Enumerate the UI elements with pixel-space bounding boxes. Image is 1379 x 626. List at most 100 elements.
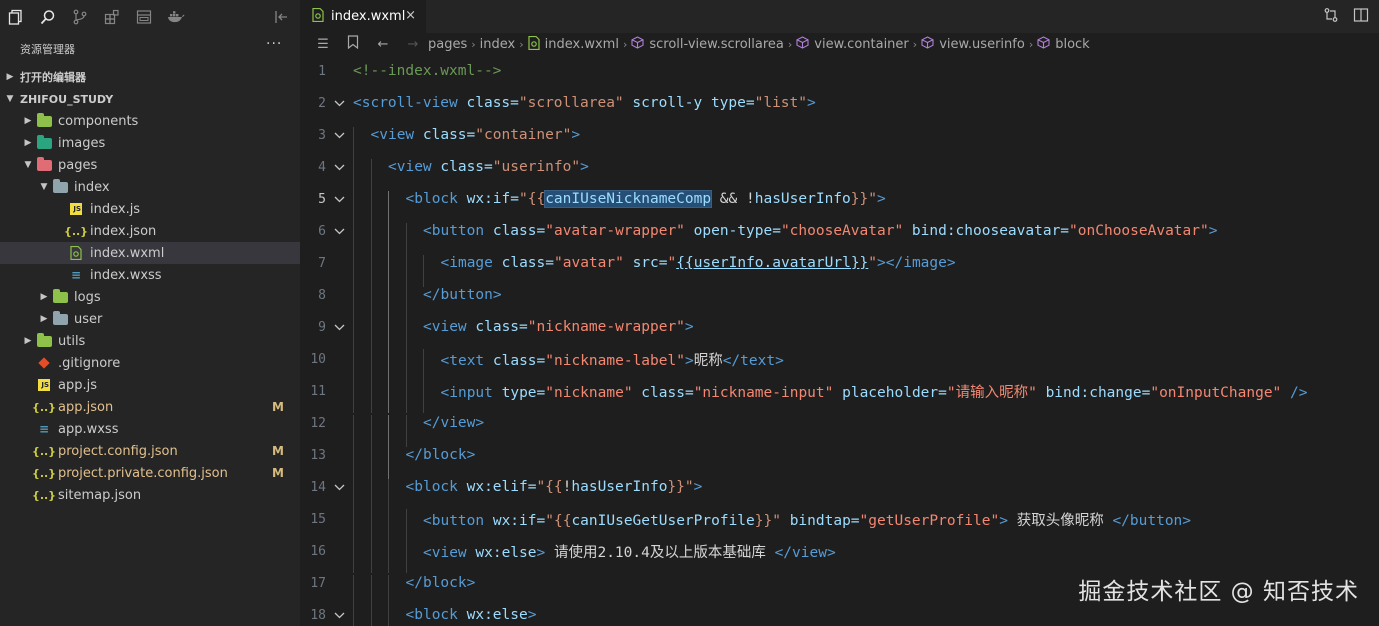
- tree-item-index[interactable]: ▼ index: [0, 176, 300, 198]
- line-number: 3: [318, 127, 326, 143]
- line-number: 1: [318, 63, 326, 79]
- tree-item-label: index.wxss: [90, 267, 162, 283]
- open-editors-section[interactable]: ▶ 打开的编辑器: [0, 66, 300, 88]
- tree-item-user[interactable]: ▶ user: [0, 308, 300, 330]
- code-line[interactable]: 15 <button wx:if="{{canIUseGetUserProfile…: [300, 503, 1379, 541]
- tree-item-components[interactable]: ▶ components: [0, 110, 300, 132]
- code-token: >: [807, 95, 816, 111]
- code-line[interactable]: 6 <button class="avatar-wrapper" open-typ…: [300, 215, 1379, 255]
- code-token: >: [1208, 223, 1218, 239]
- explorer-sidebar: 资源管理器 ··· ▶ 打开的编辑器 ▼ ZHIFOU_STUDY ▶ compo…: [0, 0, 300, 626]
- fold-chevron-icon[interactable]: [326, 321, 353, 334]
- breadcrumb-separator: ›: [1028, 37, 1034, 51]
- tree-item-index-wxss[interactable]: ≡ index.wxss: [0, 264, 300, 286]
- code-token: />: [1281, 384, 1308, 401]
- breadcrumb-items: pages › index › index.wxml › scroll-view.scrol…: [428, 35, 1090, 53]
- collapse-sidebar-icon[interactable]: [266, 0, 298, 33]
- project-section[interactable]: ▼ ZHIFOU_STUDY: [0, 88, 300, 110]
- tab-index-wxml[interactable]: index.wxml ×: [300, 0, 426, 33]
- tree-item-utils[interactable]: ▶ utils: [0, 330, 300, 352]
- code-line[interactable]: 4 <view class="userinfo">: [300, 151, 1379, 191]
- code-token: bind:chooseavatar=: [903, 223, 1070, 239]
- breadcrumb-item[interactable]: view.container: [796, 36, 909, 52]
- tree-item-label: project.config.json: [58, 443, 178, 459]
- chevron-right-icon: ▶: [40, 292, 48, 302]
- forward-arrow-icon[interactable]: →: [398, 37, 428, 52]
- fold-chevron-icon[interactable]: [326, 129, 353, 142]
- docker-icon[interactable]: [160, 0, 192, 33]
- files-icon[interactable]: [0, 0, 32, 33]
- line-number: 10: [310, 351, 326, 367]
- remote-icon[interactable]: [128, 0, 160, 33]
- tree-item-sitemap-json[interactable]: {..} sitemap.json: [0, 484, 300, 506]
- tree-item-app-json[interactable]: {..} app.json M: [0, 396, 300, 418]
- source-control-icon[interactable]: [64, 0, 96, 33]
- fold-chevron-icon[interactable]: [326, 193, 353, 206]
- code-line[interactable]: 14 <block wx:elif="{{!hasUserInfo}}">: [300, 471, 1379, 511]
- fold-chevron-icon[interactable]: [326, 161, 353, 174]
- code-token: type=: [501, 384, 546, 401]
- more-actions-icon[interactable]: ···: [266, 36, 282, 52]
- split-editor-icon[interactable]: [1353, 7, 1369, 27]
- code-line[interactable]: 10 <text class="nickname-label">昵称</text>: [300, 343, 1379, 381]
- code-token: <image: [440, 255, 502, 271]
- folder-icon: [36, 112, 52, 128]
- chevron-right-icon: ▶: [24, 138, 32, 148]
- code-text: <button wx:if="{{canIUseGetUserProfile}}…: [353, 508, 1191, 541]
- search-icon[interactable]: [32, 0, 64, 33]
- extensions-icon[interactable]: [96, 0, 128, 33]
- code-token: src=: [623, 255, 668, 271]
- code-token: <view: [388, 159, 441, 175]
- code-line[interactable]: 3 <view class="container">: [300, 119, 1379, 159]
- tree-item-label: project.private.config.json: [58, 465, 228, 481]
- tree-item-index-wxml[interactable]: index.wxml: [0, 242, 300, 264]
- code-line[interactable]: 9 <view class="nickname-wrapper">: [300, 311, 1379, 351]
- js-file-icon: JS: [68, 202, 84, 216]
- tree-item-project-config-json[interactable]: {..} project.config.json M: [0, 440, 300, 462]
- tree-item-project-private-config-json[interactable]: {..} project.private.config.json M: [0, 462, 300, 484]
- breadcrumb-item[interactable]: view.userinfo: [921, 36, 1025, 52]
- code-line[interactable]: 1 <!--index.wxml-->: [300, 55, 1379, 87]
- code-line[interactable]: 7 <image class="avatar" src="{{userInfo.a…: [300, 247, 1379, 287]
- code-line[interactable]: 16 <view wx:else> 请使用2.10.4及以上版本基础库 </vie…: [300, 535, 1379, 573]
- list-icon[interactable]: ☰: [308, 37, 338, 52]
- code-token: >: [684, 319, 694, 335]
- tree-item-label: components: [58, 113, 139, 129]
- open-editors-label: 打开的编辑器: [20, 71, 86, 84]
- fold-chevron-icon[interactable]: [326, 481, 353, 494]
- code-line[interactable]: 11 <input type="nickname" class="nickname…: [300, 375, 1379, 413]
- code-token: class=: [501, 255, 554, 271]
- tree-item-app-js[interactable]: JS app.js: [0, 374, 300, 396]
- close-icon[interactable]: ×: [405, 8, 416, 23]
- tree-item-label: .gitignore: [58, 355, 121, 371]
- code-token: class=: [422, 127, 476, 143]
- breadcrumb-item[interactable]: scroll-view.scrollarea: [631, 36, 784, 52]
- tree-item-pages[interactable]: ▼ pages: [0, 154, 300, 176]
- code-line[interactable]: 12 </view>: [300, 407, 1379, 447]
- fold-chevron-icon[interactable]: [326, 609, 353, 622]
- breadcrumb-item[interactable]: pages: [428, 37, 467, 52]
- fold-chevron-icon[interactable]: [326, 225, 353, 238]
- code-line[interactable]: 2 <scroll-view class="scrollarea" scroll-…: [300, 87, 1379, 119]
- breadcrumb-item[interactable]: index: [480, 37, 516, 52]
- breadcrumb-label: view.userinfo: [939, 36, 1025, 52]
- chevron-right-icon: ▶: [40, 314, 48, 324]
- code-line[interactable]: 13 </block>: [300, 439, 1379, 479]
- code-line[interactable]: 5 <block wx:if="{{canIUseNicknameComp && …: [300, 183, 1379, 223]
- breadcrumb-item[interactable]: block: [1037, 36, 1090, 52]
- code-line[interactable]: 8 </button>: [300, 279, 1379, 319]
- bookmark-icon[interactable]: [338, 35, 368, 53]
- breadcrumb-item[interactable]: index.wxml: [528, 35, 619, 53]
- tree-item-gitignore[interactable]: .gitignore: [0, 352, 300, 374]
- code-editor[interactable]: 1 <!--index.wxml--> 2 <scroll-view class="s…: [300, 55, 1379, 626]
- tree-item-app-wxss[interactable]: ≡ app.wxss: [0, 418, 300, 440]
- tree-item-logs[interactable]: ▶ logs: [0, 286, 300, 308]
- tree-item-index-json[interactable]: {..} index.json: [0, 220, 300, 242]
- code-token: <view: [423, 544, 476, 561]
- tree-item-images[interactable]: ▶ images: [0, 132, 300, 154]
- compare-changes-icon[interactable]: [1323, 7, 1339, 27]
- tree-item-index-js[interactable]: JS index.js: [0, 198, 300, 220]
- back-arrow-icon[interactable]: ←: [368, 37, 398, 52]
- breadcrumb-label: index.wxml: [544, 36, 619, 52]
- fold-chevron-icon[interactable]: [326, 97, 353, 110]
